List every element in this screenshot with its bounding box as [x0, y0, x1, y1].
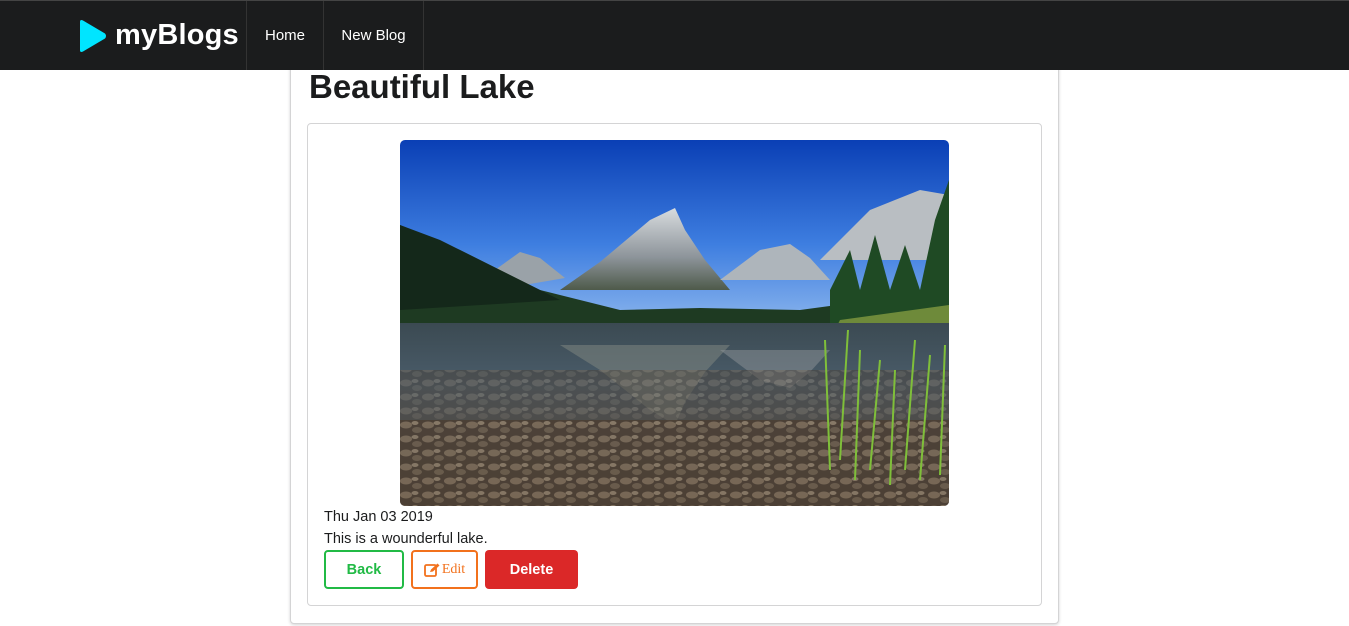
mountain-lake-photo: [400, 140, 949, 506]
post-title: Beautiful Lake: [309, 68, 535, 105]
post-image: [400, 140, 949, 506]
brand-logo[interactable]: myBlogs: [77, 1, 247, 70]
delete-button[interactable]: Delete: [485, 550, 578, 589]
edit-button[interactable]: Edit: [411, 550, 478, 589]
nav-home-link[interactable]: Home: [247, 1, 324, 70]
nav-new-blog-link[interactable]: New Blog: [324, 1, 424, 70]
post-description: This is a wounderful lake.: [324, 531, 488, 547]
back-button[interactable]: Back: [324, 550, 404, 589]
play-icon: [80, 19, 106, 52]
top-navbar: myBlogs Home New Blog: [0, 0, 1349, 70]
edit-icon: [423, 563, 440, 577]
post-date: Thu Jan 03 2019: [324, 509, 433, 525]
edit-button-label: Edit: [441, 561, 466, 577]
brand-name: myBlogs: [115, 19, 239, 51]
